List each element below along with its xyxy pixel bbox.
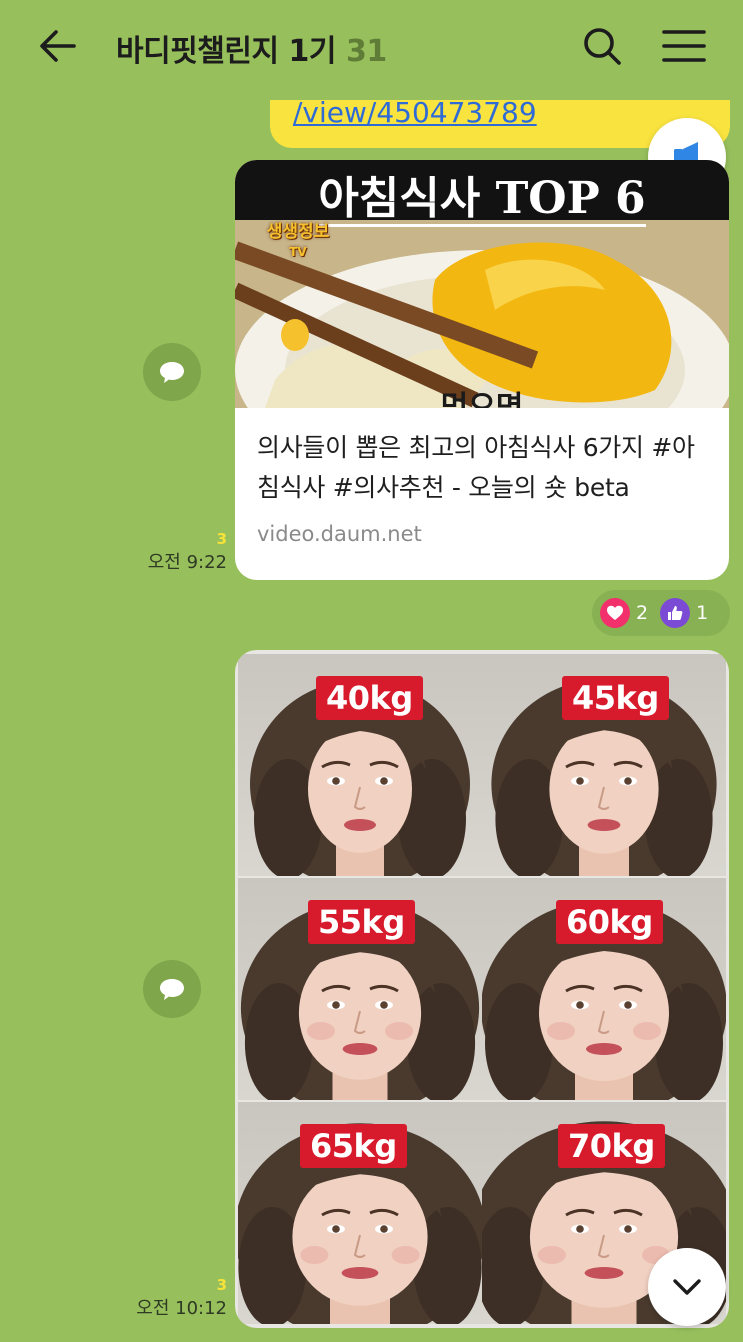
member-count: 31 bbox=[346, 34, 387, 69]
reaction-like[interactable]: 1 bbox=[660, 598, 708, 628]
weight-label: 45kg bbox=[562, 676, 669, 720]
link-domain: video.daum.net bbox=[257, 522, 422, 546]
share-button[interactable] bbox=[143, 960, 201, 1018]
link-message-meta: 3 오전 9:22 bbox=[130, 530, 227, 574]
chat-room-name: 바디핏챌린지 1기 bbox=[116, 34, 337, 69]
image-message[interactable]: 40kg 45kg 55kg 60kg 65kg 70kg bbox=[235, 650, 729, 1328]
scroll-to-bottom-button[interactable] bbox=[648, 1248, 726, 1326]
chat-screen: 바디핏챌린지 1기 31 /view/450473789 3 오전 9:22 아… bbox=[0, 0, 743, 1342]
weight-label: 60kg bbox=[556, 900, 663, 944]
photo-tile: 65kg bbox=[238, 1102, 482, 1324]
weight-label: 55kg bbox=[308, 900, 415, 944]
search-button[interactable] bbox=[580, 24, 624, 68]
unread-count: 3 bbox=[216, 530, 227, 548]
photo-tile: 40kg bbox=[238, 654, 482, 876]
heart-icon bbox=[600, 598, 630, 628]
link-preview-card[interactable]: 아침식사 TOP 6 생생정보 TV 먹으면 의사들이 뽑은 최고의 아침식사 … bbox=[235, 160, 729, 580]
photo-tile: 55kg bbox=[238, 878, 482, 1100]
reaction-bar[interactable]: 2 1 bbox=[592, 590, 730, 636]
search-icon bbox=[584, 28, 621, 65]
like-count: 1 bbox=[696, 602, 709, 624]
photo-tile: 60kg bbox=[482, 878, 726, 1100]
message-time: 오전 9:22 bbox=[147, 552, 227, 573]
back-button[interactable] bbox=[36, 24, 80, 68]
chat-header: 바디핏챌린지 1기 31 bbox=[0, 0, 743, 92]
previous-message-link[interactable]: /view/450473789 bbox=[293, 96, 537, 129]
weight-label: 70kg bbox=[558, 1124, 665, 1168]
reaction-heart[interactable]: 2 bbox=[600, 598, 648, 628]
thumbs-up-icon bbox=[660, 598, 691, 628]
image-message-meta: 3 오전 10:12 bbox=[120, 1276, 227, 1320]
unread-count: 3 bbox=[216, 1276, 227, 1294]
weight-label: 65kg bbox=[300, 1124, 407, 1168]
weight-label: 40kg bbox=[316, 676, 423, 720]
hamburger-menu-icon bbox=[662, 30, 706, 62]
share-bubble-icon bbox=[160, 979, 184, 1000]
link-thumbnail: 아침식사 TOP 6 생생정보 TV 먹으면 bbox=[235, 160, 729, 408]
heart-count: 2 bbox=[636, 602, 649, 624]
arrow-left-icon bbox=[40, 30, 76, 62]
thumbnail-caption: 먹으면 bbox=[440, 390, 524, 408]
share-bubble-icon bbox=[160, 362, 184, 383]
brand-sub: TV bbox=[289, 245, 307, 259]
link-title: 의사들이 뽑은 최고의 아침식사 6가지 #아침식사 #의사추천 - 오늘의 숏… bbox=[257, 433, 695, 502]
photo-tile: 45kg bbox=[482, 654, 726, 876]
chevron-down-icon bbox=[673, 1279, 701, 1295]
message-time: 오전 10:12 bbox=[136, 1298, 227, 1319]
thumbnail-title: 아침식사 TOP 6 bbox=[318, 173, 646, 227]
menu-button[interactable] bbox=[660, 24, 708, 68]
share-button[interactable] bbox=[143, 343, 201, 401]
chat-title: 바디핏챌린지 1기 31 bbox=[116, 26, 387, 70]
brand-name: 생생정보 bbox=[266, 222, 330, 242]
thumbnail-brand: 생생정보 TV bbox=[253, 222, 343, 262]
